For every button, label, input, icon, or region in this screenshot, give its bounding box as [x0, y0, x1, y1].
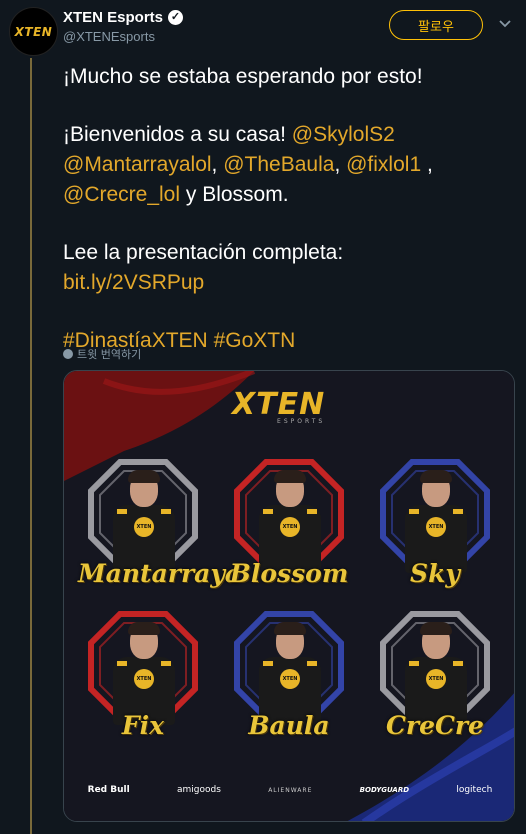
sponsor-logo: Red Bull [87, 785, 130, 795]
player-photo: XTEN [113, 470, 175, 573]
jersey-logo: XTEN [134, 517, 154, 537]
mention-end-text: y Blossom. [180, 183, 289, 206]
avatar[interactable]: XTEN [9, 7, 58, 56]
tweet-line1: ¡Mucho se estaba esperando por esto! [63, 65, 423, 88]
jersey-logo: XTEN [280, 669, 300, 689]
avatar-logo: XTEN [14, 24, 53, 39]
player-name: Sky [410, 559, 460, 588]
globe-icon [63, 349, 73, 359]
thread-line [30, 58, 32, 834]
separator: , [421, 153, 433, 176]
player-name: Fix [121, 711, 165, 740]
account-handle[interactable]: @XTENEsports [63, 29, 183, 44]
jersey-logo: XTEN [426, 517, 446, 537]
short-link[interactable]: bit.ly/2VSRPup [63, 271, 204, 294]
account-info: XTEN Esports ✓ @XTENEsports [63, 9, 184, 44]
player-photo: XTEN [259, 622, 321, 725]
player-photo: XTEN [405, 470, 467, 573]
tweet-media-image[interactable]: XTEN ESPORTS XTEN Mantarraya XTEN Blossom XT… [63, 370, 515, 822]
player-card: XTEN Sky [370, 451, 500, 591]
player-name: Baula [248, 711, 330, 740]
player-card: XTEN Mantarraya [78, 451, 242, 591]
display-name[interactable]: XTEN Esports [63, 9, 163, 26]
sponsor-logo: logitech [456, 785, 493, 795]
separator: , [211, 153, 224, 176]
display-name-row[interactable]: XTEN Esports ✓ [63, 9, 184, 26]
mention-link[interactable]: @TheBaula [223, 153, 334, 176]
player-name: Blossom [229, 559, 349, 588]
jersey-logo: XTEN [134, 669, 154, 689]
jersey-logo: XTEN [280, 517, 300, 537]
mention-link[interactable]: @Crecre_lol [63, 183, 180, 206]
player-name: Mantarraya [78, 559, 242, 588]
xten-esports-logo: XTEN ESPORTS [232, 387, 325, 425]
mention-link[interactable]: @fixlol1 [346, 153, 421, 176]
mention-link[interactable]: @SkylolS2 [292, 123, 395, 146]
tweet-text: ¡Mucho se estaba esperando por esto! ¡Bi… [63, 62, 513, 356]
player-card: XTEN CreCre [370, 603, 500, 743]
sponsor-logo: amigoods [176, 785, 221, 795]
translate-label[interactable]: 트윗 번역하기 [77, 346, 141, 362]
chevron-down-icon[interactable] [498, 17, 512, 31]
separator: , [334, 153, 347, 176]
tweet-welcome: ¡Bienvenidos a su casa! @SkylolS2 @Manta… [63, 120, 513, 210]
presentation-text: Lee la presentación completa: [63, 241, 344, 264]
player-card: XTEN Fix [78, 603, 208, 743]
translate-tweet-link[interactable]: 트윗 번역하기 [63, 346, 141, 362]
player-card: XTEN Baula [224, 603, 354, 743]
player-photo: XTEN [259, 470, 321, 573]
welcome-text: ¡Bienvenidos a su casa! [63, 123, 292, 146]
sponsor-logo: ALIENWARE [268, 786, 313, 794]
jersey-logo: XTEN [426, 669, 446, 689]
media-background [64, 371, 514, 821]
player-card: XTEN Blossom [224, 451, 354, 591]
player-photo: XTEN [113, 622, 175, 725]
hashtag-link[interactable]: #GoXTN [214, 329, 296, 352]
sponsor-logo: BODYGUARD [359, 786, 410, 794]
verified-badge-icon: ✓ [168, 10, 184, 25]
player-name: CreCre [386, 711, 484, 740]
sponsor-bar: Red Bull amigoods ALIENWARE BODYGUARD lo… [64, 785, 514, 795]
mention-link[interactable]: @Mantarrayalol [63, 153, 212, 176]
follow-button[interactable]: 팔로우 [389, 10, 483, 40]
brand-name: XTEN [232, 387, 326, 422]
player-photo: XTEN [405, 622, 467, 725]
